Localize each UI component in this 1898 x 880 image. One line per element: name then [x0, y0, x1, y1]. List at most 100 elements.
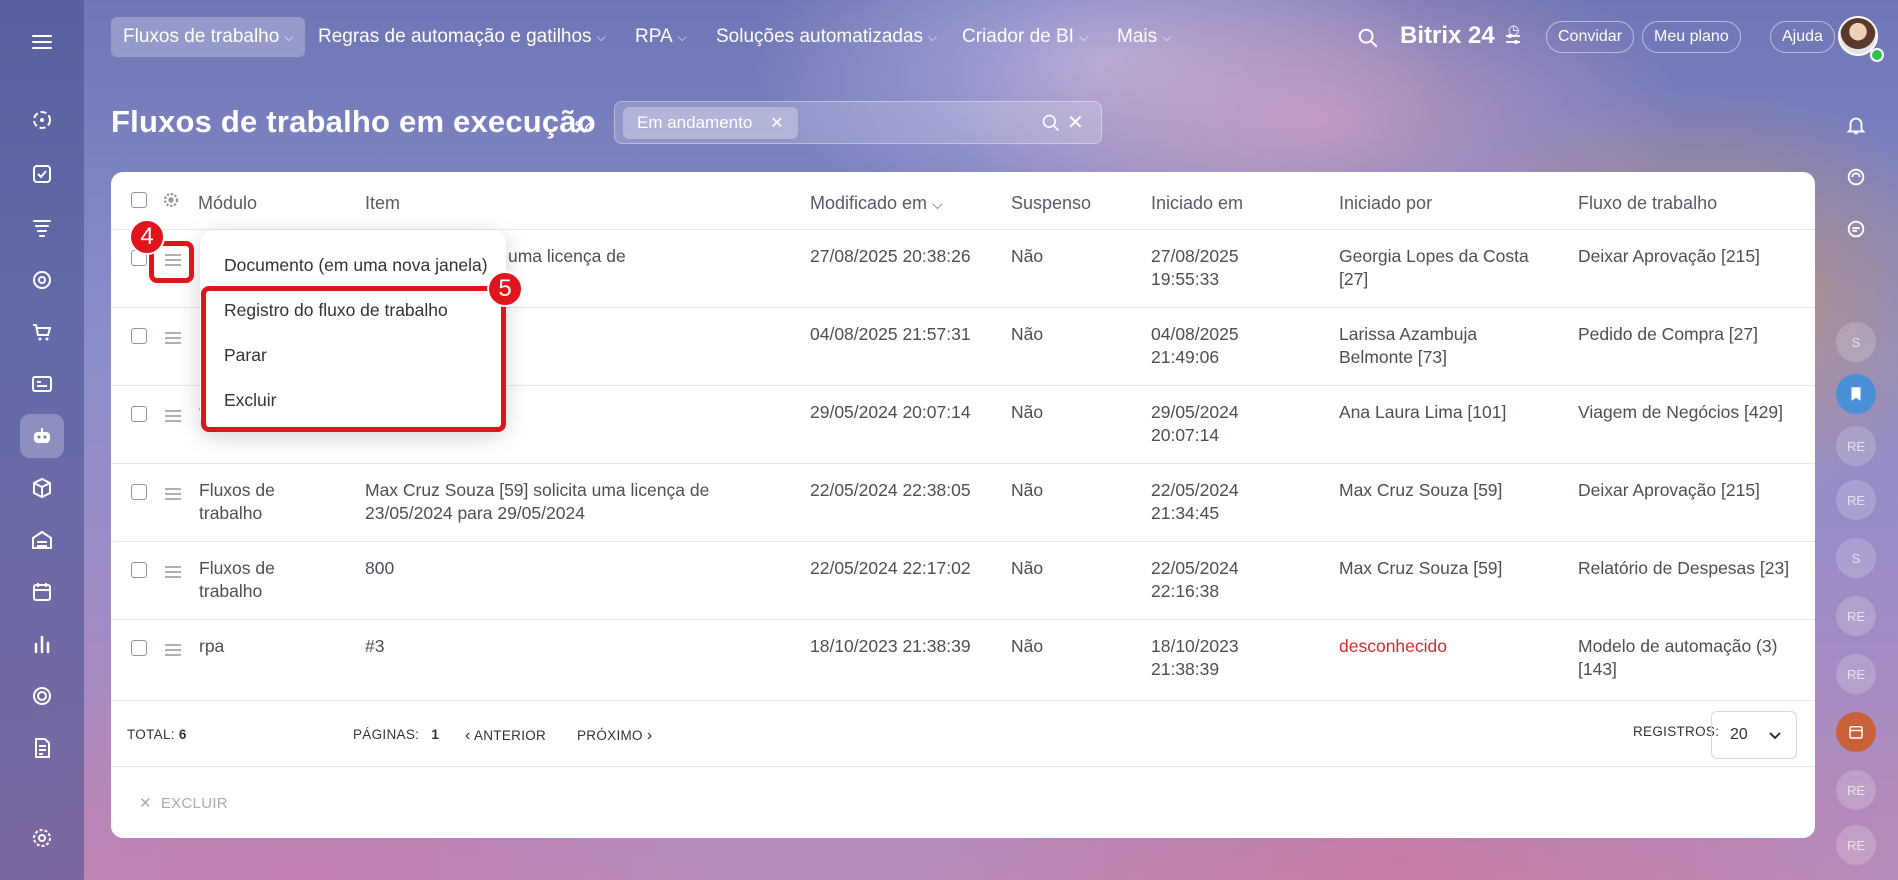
cell-started-line1: 29/05/2024 — [1151, 402, 1239, 422]
calendar-icon[interactable] — [1836, 712, 1876, 752]
cell-modified: 22/05/2024 22:17:02 — [810, 558, 971, 578]
cell-item-line1: #3 — [365, 636, 385, 656]
rail-contact[interactable]: RE — [1836, 654, 1876, 694]
cart-icon[interactable] — [20, 310, 64, 354]
chat-icon[interactable] — [1836, 209, 1876, 249]
rail-contact[interactable]: RE — [1836, 480, 1876, 520]
prev-page-button[interactable]: ‹ ANTERIOR — [465, 727, 546, 745]
nav-bi-builder-label: Criador de BI — [962, 26, 1074, 47]
cell-module-line1: Fluxos de — [199, 480, 275, 500]
pin-icon[interactable] — [574, 115, 594, 135]
select-all-checkbox[interactable] — [131, 192, 147, 208]
analytics-icon[interactable] — [20, 622, 64, 666]
menu-burger-icon[interactable] — [20, 20, 64, 64]
col-item[interactable]: Item — [365, 193, 400, 214]
cell-module: rpa — [199, 635, 224, 658]
clear-icon[interactable]: ✕ — [1067, 110, 1084, 135]
target-icon[interactable] — [20, 258, 64, 302]
col-started-by[interactable]: Iniciado por — [1339, 193, 1432, 214]
my-plan-button[interactable]: Meu plano — [1642, 21, 1741, 53]
col-suspended[interactable]: Suspenso — [1011, 193, 1091, 214]
sliders-icon[interactable] — [1504, 31, 1522, 47]
cell-workflow: Pedido de Compra [27] — [1578, 323, 1758, 346]
menu-open-document[interactable]: Documento (em uma nova janela) — [224, 255, 488, 276]
filter-chip[interactable]: Em andamento ✕ — [623, 107, 798, 139]
bell-icon[interactable] — [1836, 105, 1876, 145]
copilot-icon[interactable] — [1836, 157, 1876, 197]
cell-suspended: Não — [1011, 558, 1044, 578]
nav-workflows[interactable]: Fluxos de trabalho ⌵ — [111, 17, 306, 57]
nav-automated-solutions[interactable]: Soluções automatizadas ⌵ — [704, 17, 949, 57]
cell-started-by-line1: Larissa Azambuja — [1339, 324, 1478, 344]
search-icon[interactable] — [1357, 27, 1379, 49]
settings-gear-icon[interactable] — [20, 816, 64, 860]
row-menu-icon[interactable] — [164, 643, 182, 657]
nav-automation-rules[interactable]: Regras de automação e gatilhos ⌵ — [306, 17, 618, 57]
crm-icon[interactable] — [20, 98, 64, 142]
rail-contact[interactable]: RE — [1836, 426, 1876, 466]
cell-workflow-line1: Relatório de Despesas [23] — [1578, 558, 1790, 578]
col-workflow[interactable]: Fluxo de trabalho — [1578, 193, 1717, 214]
row-checkbox[interactable] — [131, 484, 147, 500]
documents-icon[interactable] — [20, 726, 64, 770]
close-icon[interactable]: ✕ — [770, 113, 783, 133]
row-menu-icon[interactable] — [164, 409, 182, 423]
total-value: 6 — [178, 727, 187, 742]
filter-search-bar[interactable]: Em andamento ✕ ✕ — [614, 101, 1102, 144]
table-row[interactable]: rpa #3 18/10/2023 21:38:39 Não 18/10/2023 21:… — [111, 620, 1815, 698]
sites-icon[interactable] — [20, 674, 64, 718]
rail-contact[interactable]: RE — [1836, 770, 1876, 810]
calendar-icon[interactable] — [20, 570, 64, 614]
nav-bi-builder[interactable]: Criador de BI ⌵ — [950, 17, 1100, 57]
nav-workflows-label: Fluxos de trabalho — [123, 26, 280, 47]
warehouse-icon[interactable] — [20, 518, 64, 562]
records-per-page-select[interactable]: 20 — [1711, 711, 1797, 759]
invite-button[interactable]: Convidar — [1546, 21, 1635, 53]
nav-more-label: Mais — [1117, 26, 1158, 47]
rail-contact[interactable]: RE — [1836, 825, 1876, 865]
total-label: TOTAL: — [127, 727, 175, 742]
row-checkbox[interactable] — [131, 640, 147, 656]
tasks-icon[interactable] — [20, 152, 64, 196]
funnel-icon[interactable] — [20, 206, 64, 250]
col-module[interactable]: Módulo — [198, 193, 257, 214]
row-menu-icon[interactable] — [164, 331, 182, 345]
cell-workflow-line1: Deixar Aprovação [215] — [1578, 480, 1760, 500]
table-row[interactable]: Fluxos de trabalho Max Cruz Souza [59] sol… — [111, 464, 1815, 542]
total-count: TOTAL: 6 — [127, 727, 187, 742]
next-page-button[interactable]: PRÓXIMO › — [577, 727, 653, 745]
bookmark-icon[interactable] — [1836, 374, 1876, 414]
cell-started-by: Georgia Lopes da Costa [27] — [1339, 245, 1529, 291]
cell-started-line1: 04/08/2025 — [1151, 324, 1239, 344]
rail-contact[interactable]: S — [1836, 538, 1876, 578]
row-menu-icon[interactable] — [164, 565, 182, 579]
automation-robot-icon[interactable] — [20, 414, 64, 458]
cell-workflow-line1: Deixar Aprovação [215] — [1578, 246, 1760, 266]
cell-modified: 29/05/2024 20:07:14 — [810, 402, 971, 422]
cell-item-line1: 800 — [365, 558, 395, 578]
box-icon[interactable] — [20, 466, 64, 510]
gear-icon[interactable] — [162, 191, 180, 209]
step-5-marker: 5 — [487, 271, 523, 307]
row-checkbox[interactable] — [131, 562, 147, 578]
search-icon[interactable] — [1041, 113, 1061, 133]
cell-started: 27/08/2025 19:55:33 — [1151, 245, 1239, 291]
col-modified-label: Modificado em — [810, 193, 928, 213]
contact-card-icon[interactable] — [20, 362, 64, 406]
delete-action-button[interactable]: ✕ EXCLUIR — [139, 794, 228, 812]
nav-rpa[interactable]: RPA ⌵ — [623, 17, 699, 57]
chevron-right-icon: › — [646, 727, 653, 744]
cell-started-by: Ana Laura Lima [101] — [1339, 401, 1506, 424]
col-modified[interactable]: Modificado em ⌵ — [810, 193, 943, 214]
col-started[interactable]: Iniciado em — [1151, 193, 1243, 214]
cell-started-by: Max Cruz Souza [59] — [1339, 479, 1502, 502]
row-checkbox[interactable] — [131, 406, 147, 422]
table-row[interactable]: Fluxos de trabalho 800 22/05/2024 22:17:02 N… — [111, 542, 1815, 620]
cell-modified: 18/10/2023 21:38:39 — [810, 636, 971, 656]
row-checkbox[interactable] — [131, 328, 147, 344]
nav-more[interactable]: Mais ⌵ — [1105, 17, 1183, 57]
help-button[interactable]: Ajuda — [1770, 21, 1835, 53]
rail-contact[interactable]: S — [1836, 322, 1876, 362]
rail-contact[interactable]: RE — [1836, 596, 1876, 636]
row-menu-icon[interactable] — [164, 487, 182, 501]
